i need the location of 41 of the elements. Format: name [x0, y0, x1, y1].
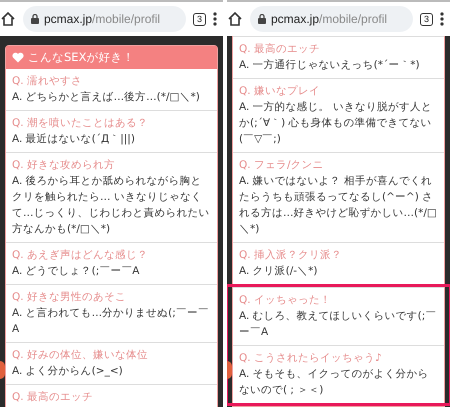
menu-icon[interactable] [213, 12, 217, 26]
question-text: Q. あえぎ声はどんな感じ？ [12, 248, 149, 263]
question-text: Q. 最高のエッチ [12, 390, 94, 405]
question-text: Q. 好きな男性のあそこ [12, 290, 127, 305]
question-text: Q. 潮を噴いたことはある？ [12, 116, 149, 131]
question-text: Q. 好みの体位、嫌いな体位 [12, 348, 149, 363]
answer-text: A. 一方通行じゃないえっち(*´ー｀*) [239, 58, 421, 73]
answer-text: A. 一方的な感じ。 いきなり脱がす人とか(;´∀｀) 心も身体もの準備できてない(￣▽￣;) [239, 100, 434, 147]
address-bar[interactable]: pcmax.jp/mobile/profil [250, 6, 413, 32]
question-text: Q. 嫌いなプレイ [239, 84, 321, 99]
question-text: Q. 最高のエッチ [239, 42, 321, 57]
lock-icon [258, 14, 266, 24]
url-text: pcmax.jp/mobile/profil [271, 12, 388, 26]
answer-text: A. どうでしょ？(;￣ー￣A [12, 264, 140, 279]
answer-text: A. と言われても…分かりませぬ(;￣ー￣A [12, 306, 210, 337]
question-text: Q. こうされたらイッちゃう♪ [239, 351, 383, 366]
question-text: Q. 挿入派？クリ派？ [239, 248, 343, 263]
lock-icon [31, 14, 39, 24]
question-text: Q. 濡れやすさ [12, 74, 83, 89]
floating-button[interactable] [227, 361, 232, 379]
answer-text: A. 嫌いではないよ？ 相手が喜んでくれたらうちも頑張るってなるし(^ー^) される方は…好きやけど恥ずかしい…(*/□＼*) [239, 174, 438, 237]
home-icon[interactable] [227, 11, 243, 27]
answer-text: A. 最近はないな(´Д｀|||) [12, 132, 136, 147]
menu-icon[interactable] [440, 12, 444, 26]
answer-text: A. クリ派(/-＼*) [239, 264, 318, 279]
url-text: pcmax.jp/mobile/profil [44, 12, 160, 26]
answer-text: A. 後ろから耳とか舐められながら胸とクリを触られたら… いきなりじゃなくて…じっくり、じわじわと責められたい方なんかも(*/□＼*) [12, 174, 210, 237]
tab-count-button[interactable]: 3 [420, 12, 433, 26]
answer-text: A. どちらかと言えば…後方…(*/□＼*) [12, 90, 201, 105]
card-title: こんなSEXが好き！ [28, 50, 134, 65]
answer-text: A. むしろ、教えてほしいくらいです(;￣ー￣A [239, 309, 438, 340]
answer-text: A. よく分からん(>_<) [12, 364, 124, 379]
home-icon[interactable] [0, 11, 16, 27]
question-text: Q. フェラ/クンニ [239, 158, 324, 173]
tab-count-button[interactable]: 3 [192, 12, 206, 26]
floating-button[interactable] [0, 361, 5, 379]
answer-text: A. そもそも、イクってのがよく分からないので( ; ＞＜) [239, 367, 430, 398]
heart-icon [12, 52, 24, 63]
question-text: Q. 好きな攻められ方 [12, 158, 116, 173]
question-text: Q. イッちゃった！ [239, 293, 332, 308]
address-bar[interactable]: pcmax.jp/mobile/profil [23, 6, 186, 32]
